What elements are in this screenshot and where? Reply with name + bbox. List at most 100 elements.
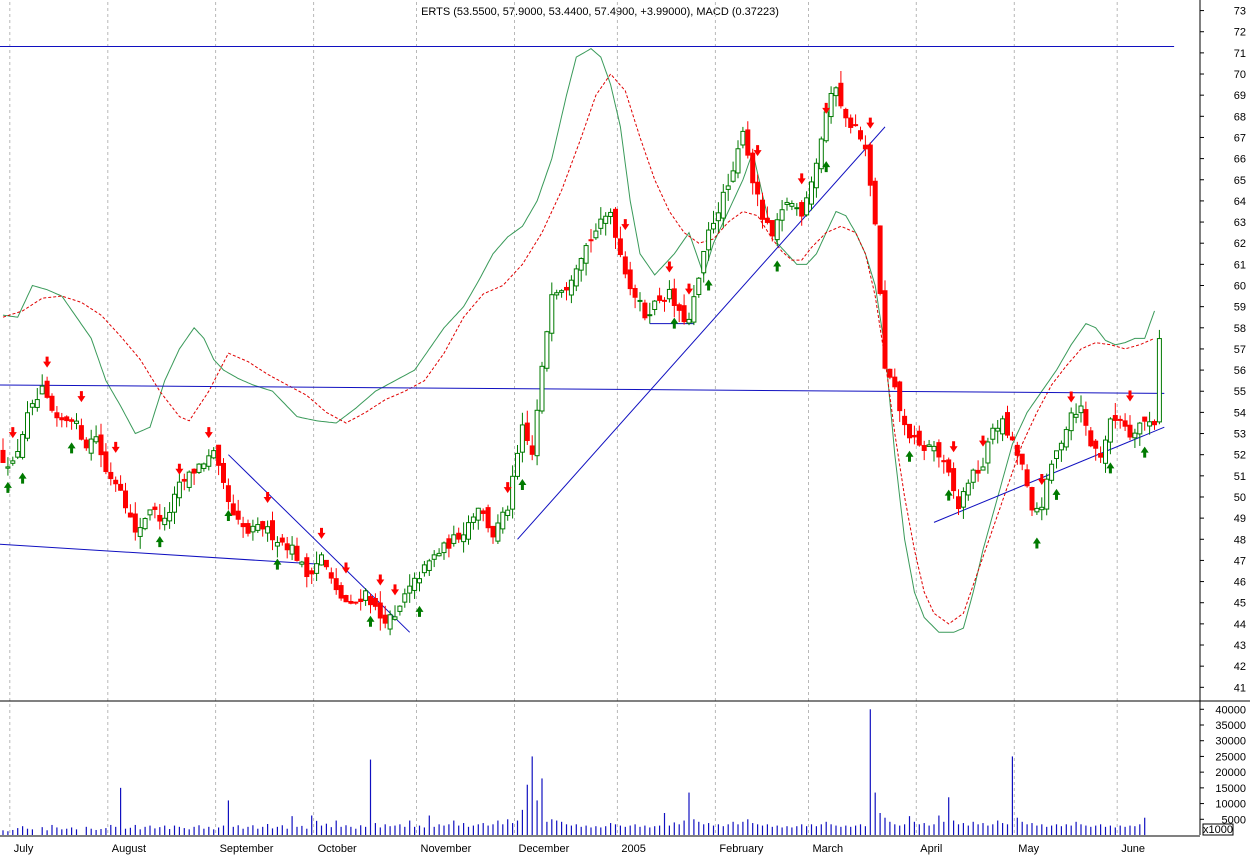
candle-body: [583, 245, 589, 264]
candle-body: [274, 541, 280, 547]
candle-body: [559, 290, 565, 293]
sell-arrow-icon: [949, 441, 958, 453]
stock-chart: ERTS (53.5500, 57.9000, 53.4400, 57.4900…: [0, 0, 1250, 855]
volume-bars: [2, 709, 1146, 835]
candle-body: [142, 518, 148, 530]
candle-body: [1024, 469, 1030, 487]
candle-body: [657, 295, 663, 301]
month-label: April: [920, 843, 942, 855]
candle-body: [44, 380, 50, 398]
candle-body: [877, 225, 883, 294]
sell-arrow-icon: [665, 261, 674, 273]
candle-body: [240, 523, 246, 528]
candle-body: [1054, 450, 1059, 460]
candle-body: [500, 511, 506, 530]
candle-body: [279, 537, 285, 543]
candle-body: [858, 130, 863, 140]
candle-body: [848, 117, 854, 128]
candle-body: [157, 514, 163, 522]
volume-unit-label: x1000: [1203, 824, 1233, 836]
candle-body: [49, 395, 55, 411]
price-tick-label: 62: [1234, 238, 1246, 250]
candle-body: [412, 577, 418, 591]
candle-body: [284, 543, 290, 551]
candle-body: [314, 563, 320, 574]
candle-body: [270, 520, 275, 541]
candle-body: [211, 450, 217, 459]
candle-body: [1014, 444, 1020, 456]
candle-body: [162, 517, 168, 526]
candle-body: [686, 318, 692, 324]
candle-body: [230, 503, 236, 516]
price-tick-label: 54: [1234, 407, 1246, 419]
candle-body: [54, 412, 60, 419]
candle-body: [951, 468, 957, 492]
candle-body: [985, 441, 991, 464]
price-tick-label: 71: [1234, 48, 1246, 60]
volume-tick-label: 25000: [1215, 751, 1246, 763]
month-label: May: [1018, 843, 1039, 855]
candle-body: [1122, 420, 1128, 427]
price-tick-label: 45: [1234, 598, 1246, 610]
buy-arrow-icon: [518, 478, 527, 490]
price-tick-label: 73: [1234, 6, 1246, 18]
candle-body: [461, 534, 467, 543]
candle-body: [887, 368, 893, 378]
candle-body: [843, 108, 849, 119]
candle-body: [1068, 412, 1074, 432]
candle-body: [333, 578, 339, 591]
candle-body: [578, 258, 584, 271]
candle-body: [995, 427, 1001, 432]
candle-body: [813, 162, 819, 189]
candle-body: [799, 202, 805, 217]
candle-body: [137, 527, 143, 537]
candle-body: [216, 444, 222, 466]
candle-body: [451, 534, 457, 544]
candle-body: [426, 560, 432, 571]
candle-body: [907, 423, 912, 439]
buy-arrow-icon: [1032, 537, 1041, 549]
candle-body: [83, 439, 89, 449]
trendlines: [0, 46, 1175, 633]
buy-arrow-icon: [1140, 446, 1149, 458]
candle-body: [397, 605, 403, 612]
candle-body: [235, 510, 241, 520]
candle-body: [1034, 507, 1040, 513]
candlesticks: [0, 70, 1162, 636]
candle-body: [755, 181, 761, 195]
candle-body: [431, 554, 437, 560]
price-tick-label: 52: [1234, 450, 1246, 462]
candle-body: [436, 552, 442, 557]
candle-body: [127, 512, 133, 518]
candle-body: [613, 208, 618, 238]
price-tick-label: 46: [1234, 577, 1246, 589]
candle-body: [1142, 416, 1148, 422]
volume-tick-label: 35000: [1215, 720, 1246, 732]
month-label: November: [421, 843, 472, 855]
buy-arrow-icon: [155, 536, 164, 548]
candle-body: [1147, 421, 1153, 427]
candle-body: [328, 572, 334, 579]
sell-arrow-icon: [685, 283, 693, 295]
candle-body: [1039, 506, 1045, 511]
candle-body: [853, 124, 859, 127]
candle-body: [250, 525, 256, 533]
candle-body: [64, 416, 70, 422]
candle-body: [872, 180, 878, 225]
month-label: February: [719, 843, 764, 855]
candle-body: [152, 506, 158, 510]
candle-body: [794, 207, 800, 210]
candle-body: [593, 230, 599, 239]
candle-body: [911, 435, 917, 438]
price-tick-label: 51: [1234, 471, 1246, 483]
candle-body: [113, 479, 119, 485]
candle-body: [564, 286, 569, 291]
price-tick-label: 55: [1234, 386, 1246, 398]
price-tick-label: 48: [1234, 534, 1246, 546]
candle-body: [926, 444, 932, 447]
sell-arrow-icon: [77, 391, 86, 403]
candle-body: [206, 455, 212, 467]
candle-body: [760, 199, 765, 220]
candle-body: [642, 302, 648, 319]
candle-body: [304, 557, 310, 578]
